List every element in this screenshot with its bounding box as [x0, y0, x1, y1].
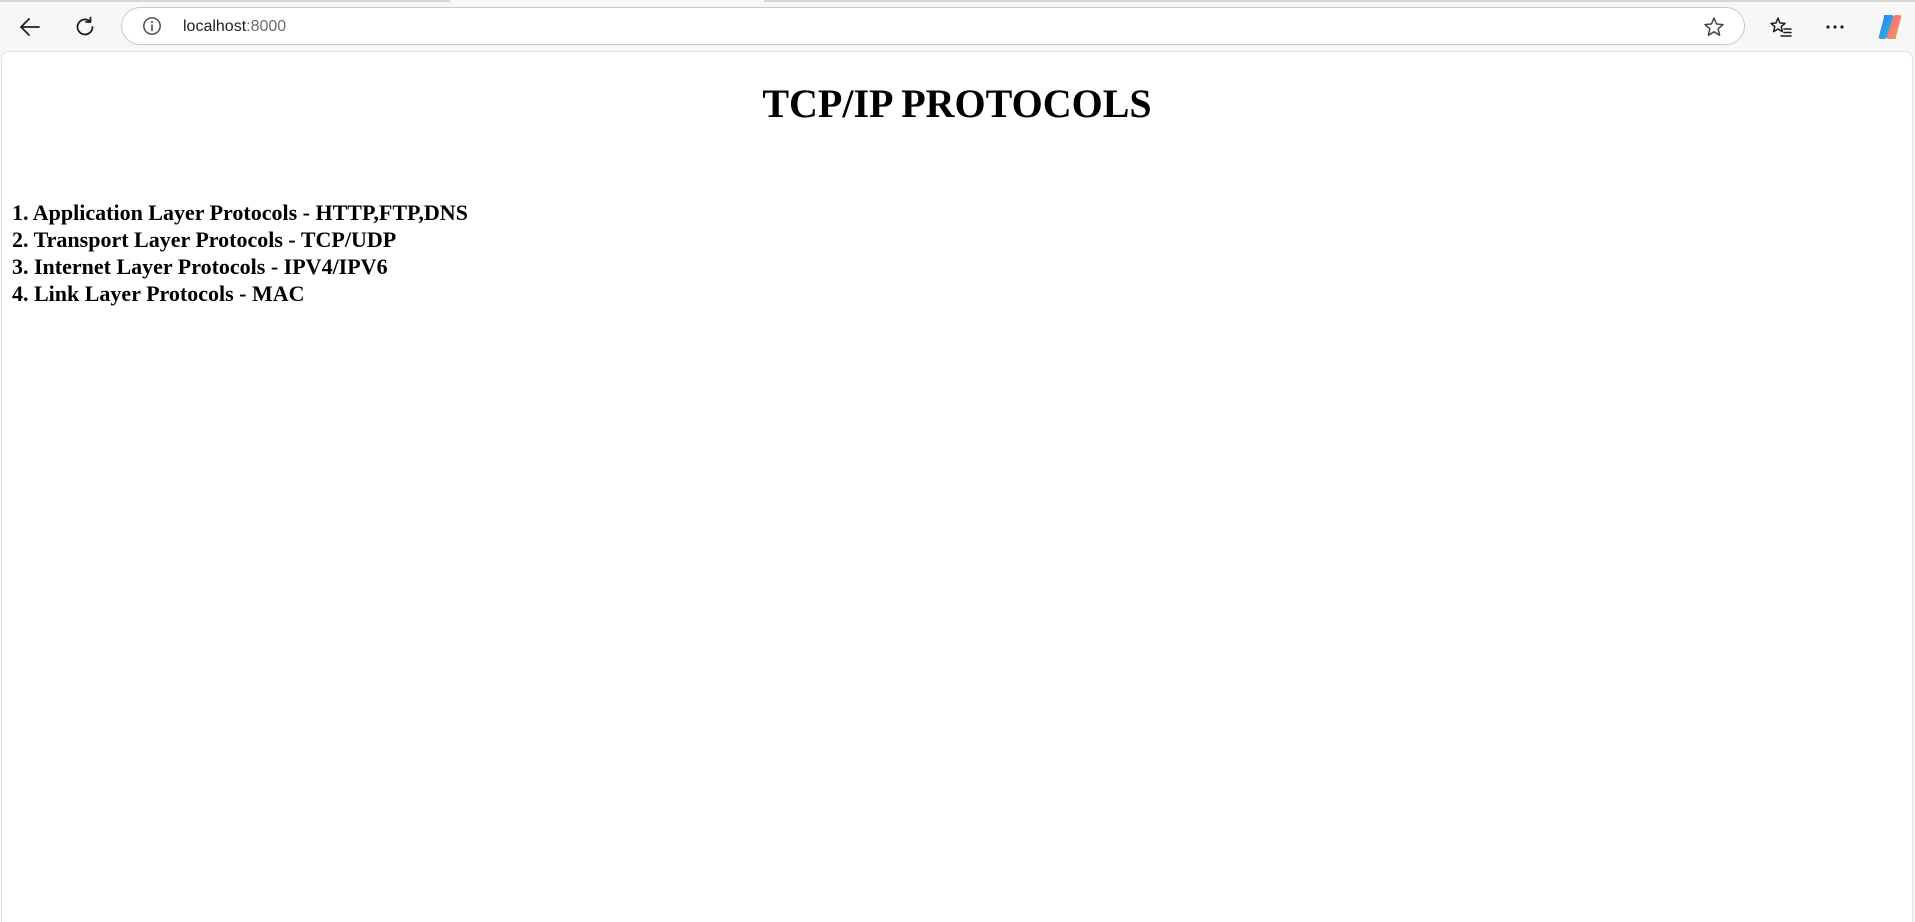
- back-button[interactable]: [12, 9, 48, 45]
- copilot-button[interactable]: [1872, 9, 1908, 45]
- tab-strip-edge: [764, 0, 1915, 2]
- url-port: :8000: [246, 18, 287, 35]
- refresh-icon: [76, 16, 94, 36]
- favorites-list-button[interactable]: [1763, 9, 1799, 45]
- refresh-button[interactable]: [67, 9, 103, 45]
- protocol-item-application: 1. Application Layer Protocols - HTTP,FT…: [12, 200, 468, 225]
- tab-strip-edge: [0, 0, 450, 2]
- protocol-item-link: 4. Link Layer Protocols - MAC: [12, 281, 305, 306]
- info-icon[interactable]: [142, 16, 162, 36]
- protocol-item-internet: 3. Internet Layer Protocols - IPV4/IPV6: [12, 254, 388, 279]
- favorites-list-icon: [1770, 17, 1792, 37]
- page-viewport: TCP/IP PROTOCOLS 1. Application Layer Pr…: [1, 51, 1913, 922]
- url-text[interactable]: localhost:8000: [183, 17, 286, 37]
- copilot-icon: [1878, 15, 1902, 39]
- back-arrow-icon: [20, 18, 40, 36]
- address-bar[interactable]: localhost:8000: [121, 7, 1745, 45]
- page-title: TCP/IP PROTOCOLS: [762, 81, 1152, 126]
- protocol-list: 1. Application Layer Protocols - HTTP,FT…: [12, 199, 468, 307]
- browser-toolbar: localhost:8000: [0, 0, 1915, 51]
- more-options-icon: [1826, 25, 1844, 29]
- star-icon[interactable]: [1702, 15, 1726, 39]
- protocol-item-transport: 2. Transport Layer Protocols - TCP/UDP: [12, 227, 397, 252]
- url-host: localhost: [183, 18, 247, 35]
- more-options-button[interactable]: [1817, 9, 1853, 45]
